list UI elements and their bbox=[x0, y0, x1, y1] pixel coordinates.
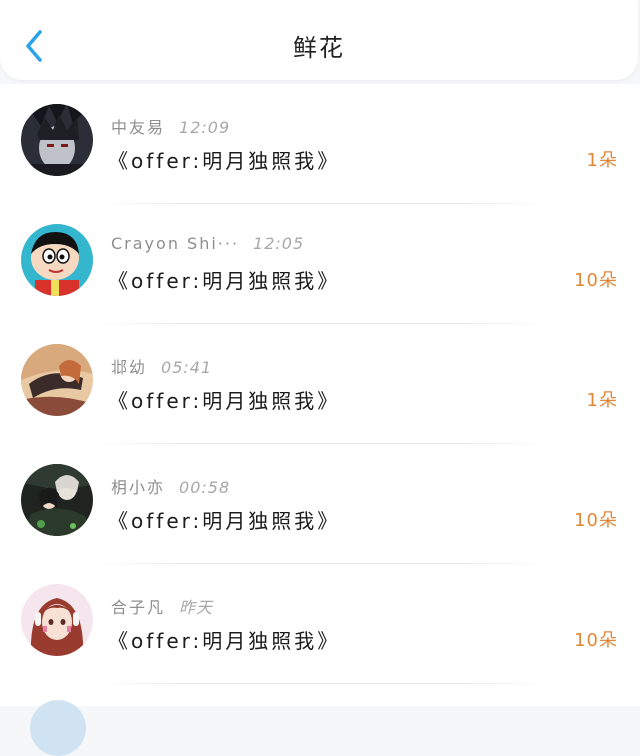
avatar[interactable] bbox=[21, 344, 93, 416]
sender-meta: 邶幼 05:41 bbox=[111, 354, 212, 378]
avatar[interactable] bbox=[21, 104, 93, 176]
flower-count: 10朵 bbox=[574, 630, 618, 651]
avatar[interactable] bbox=[30, 700, 86, 756]
message-text: 《offer:明月独照我》 bbox=[108, 509, 341, 533]
flower-count: 10朵 bbox=[574, 270, 618, 291]
avatar[interactable] bbox=[21, 224, 93, 296]
sender-meta: 合子凡 昨天 bbox=[111, 594, 213, 618]
sender-name: 合子凡 bbox=[111, 598, 166, 617]
list-item[interactable]: 中友易 12:09 《offer:明月独照我》 1朵 bbox=[0, 84, 640, 204]
message-text: 《offer:明月独照我》 bbox=[108, 389, 341, 413]
timestamp: 12:05 bbox=[253, 234, 305, 253]
sender-meta: 枂小亦 00:58 bbox=[111, 474, 230, 498]
message-text: 《offer:明月独照我》 bbox=[108, 629, 341, 653]
timestamp: 05:41 bbox=[161, 358, 213, 377]
list-item[interactable]: 邶幼 05:41 《offer:明月独照我》 1朵 bbox=[0, 324, 640, 444]
sender-name: 中友易 bbox=[111, 118, 166, 137]
flower-count: 1朵 bbox=[586, 390, 618, 411]
divider bbox=[96, 683, 551, 684]
list-item[interactable]: 枂小亦 00:58 《offer:明月独照我》 10朵 bbox=[0, 444, 640, 564]
sender-meta: Crayon Shi··· 12:05 bbox=[111, 234, 304, 253]
page-title: 鲜花 bbox=[293, 34, 345, 62]
sender-name: 枂小亦 bbox=[111, 478, 166, 497]
flower-count: 10朵 bbox=[574, 510, 618, 531]
sender-meta: 中友易 12:09 bbox=[111, 114, 230, 138]
flower-count: 1朵 bbox=[586, 150, 618, 171]
list-item[interactable]: Crayon Shi··· 12:05 《offer:明月独照我》 10朵 bbox=[0, 204, 640, 324]
timestamp: 12:09 bbox=[179, 118, 231, 137]
sender-name: 邶幼 bbox=[111, 358, 148, 377]
message-text: 《offer:明月独照我》 bbox=[108, 269, 341, 293]
top-bar: 鲜花 bbox=[0, 0, 638, 80]
timestamp: 昨天 bbox=[179, 598, 214, 617]
flower-list: 中友易 12:09 《offer:明月独照我》 1朵 Crayon Shi··· 1… bbox=[0, 84, 640, 706]
avatar[interactable] bbox=[21, 584, 93, 656]
list-item[interactable]: 合子凡 昨天 《offer:明月独照我》 10朵 bbox=[0, 564, 640, 684]
avatar[interactable] bbox=[21, 464, 93, 536]
timestamp: 00:58 bbox=[179, 478, 231, 497]
message-text: 《offer:明月独照我》 bbox=[108, 149, 341, 173]
sender-name: Crayon Shi··· bbox=[111, 234, 240, 253]
